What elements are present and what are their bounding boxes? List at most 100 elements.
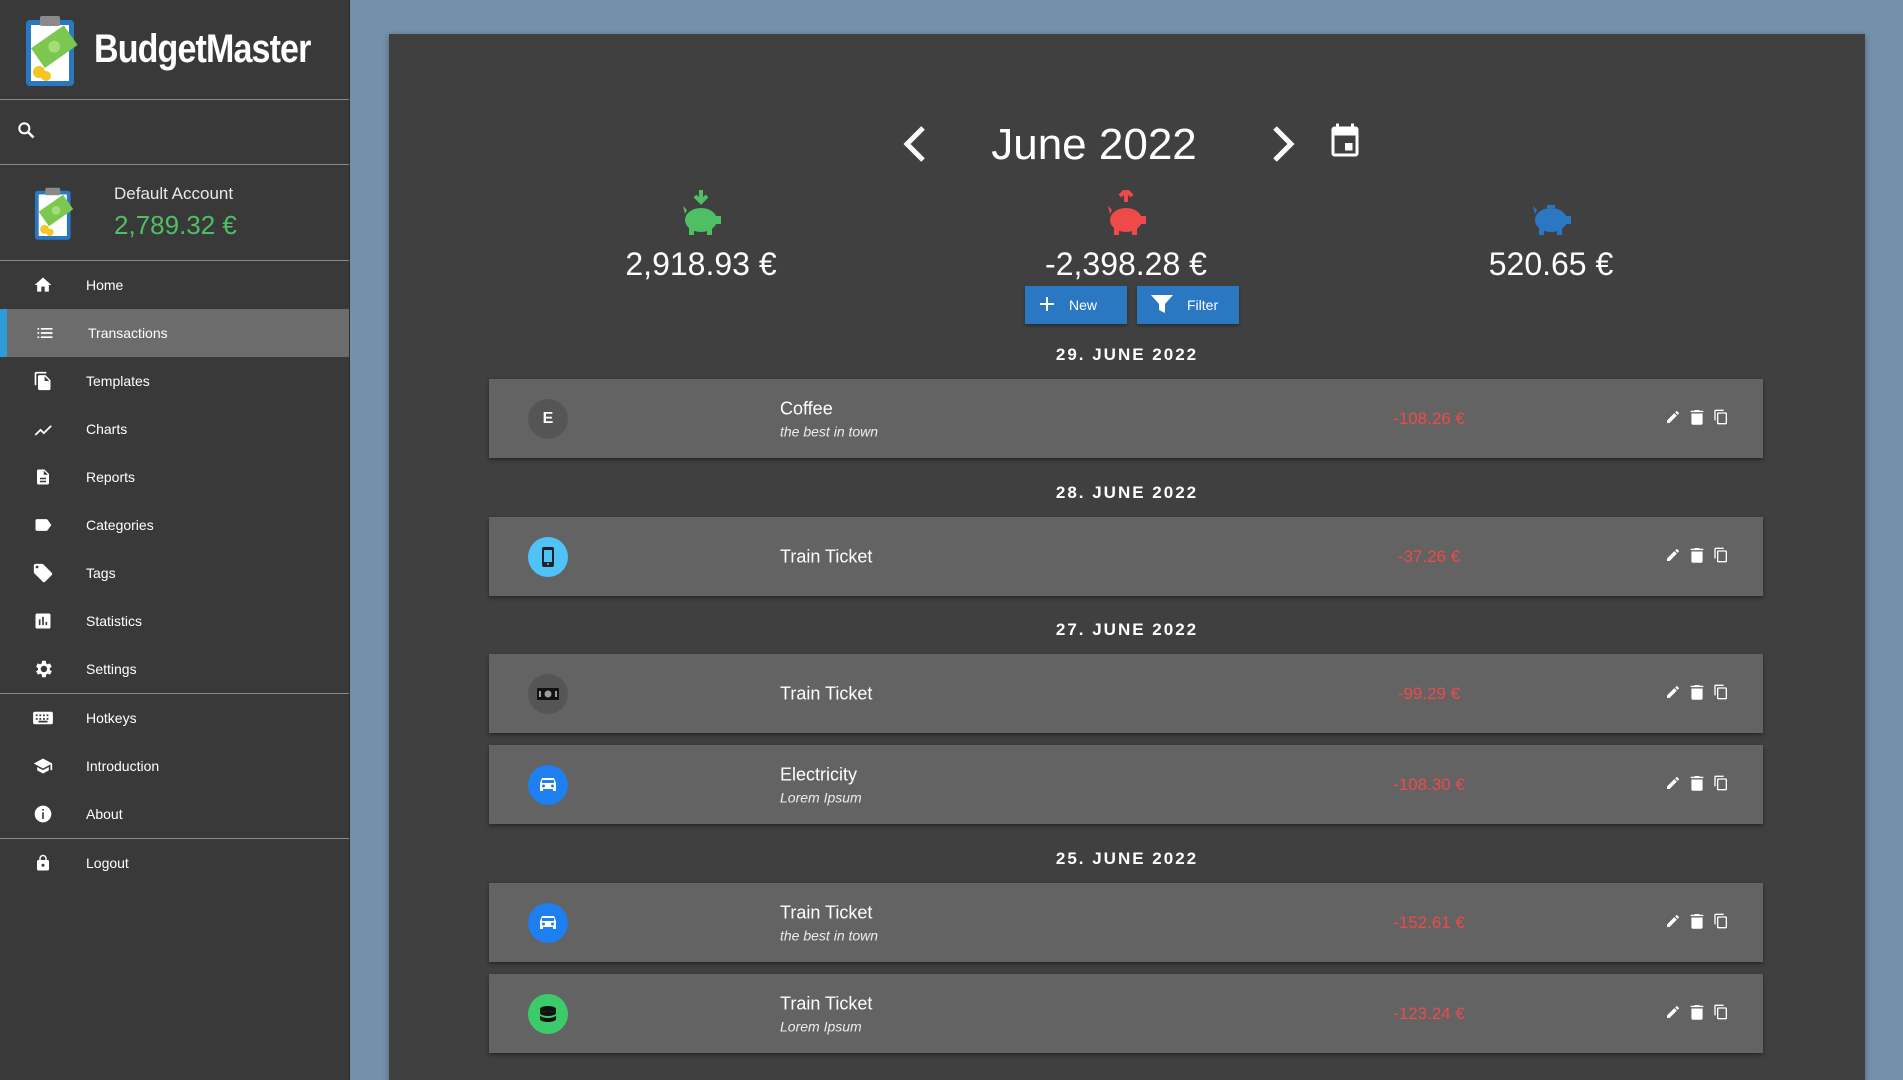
filter-icon — [1151, 294, 1173, 316]
sidebar-item-logout[interactable]: Logout — [0, 839, 349, 887]
chevron-left-icon[interactable] — [901, 124, 929, 168]
transaction-name: Electricity — [780, 764, 858, 784]
sidebar-item-about[interactable]: About — [0, 790, 349, 838]
list-icon — [34, 322, 56, 344]
transaction-amount: -108.30 € — [1393, 774, 1465, 794]
sidebar-item-statistics[interactable]: Statistics — [0, 597, 349, 645]
transaction-name: Train Ticket — [780, 546, 873, 566]
transaction-amount: -152.61 € — [1393, 912, 1465, 932]
copy-icon[interactable] — [1712, 773, 1730, 793]
sidebar-item-categories[interactable]: Categories — [0, 501, 349, 549]
keyboard-icon — [32, 707, 54, 729]
sidebar-search — [0, 100, 349, 165]
month-navigation: June 2022 — [389, 114, 1865, 184]
income-summary: 2,918.93 € — [551, 190, 851, 283]
delete-icon[interactable] — [1688, 1002, 1706, 1022]
filter-button[interactable]: Filter — [1137, 286, 1239, 324]
sidebar-item-label: Hotkeys — [86, 710, 137, 726]
search-icon[interactable] — [16, 120, 36, 144]
car-icon — [528, 765, 568, 805]
home-icon — [32, 274, 54, 296]
date-heading: 29. JUNE 2022 — [1055, 345, 1199, 364]
copy-icon[interactable] — [1712, 407, 1730, 427]
account-selector[interactable]: Default Account 2,789.32 € — [0, 165, 349, 261]
calendar-icon[interactable] — [1327, 120, 1363, 164]
expenses-summary: -2,398.28 € — [976, 187, 1276, 283]
transaction-row[interactable]: Electricity Lorem Ipsum -108.30 € — [489, 745, 1763, 824]
sidebar-item-introduction[interactable]: Introduction — [0, 742, 349, 790]
brand[interactable]: BudgetMaster — [0, 0, 349, 100]
piggy-bank-expense-icon — [976, 187, 1276, 240]
action-buttons: New Filter — [1025, 286, 1239, 324]
gear-icon — [32, 658, 54, 680]
transaction-description: the best in town — [780, 927, 879, 943]
sidebar-item-charts[interactable]: Charts — [0, 405, 349, 453]
copy-icon[interactable] — [1712, 545, 1730, 565]
sidebar-item-label: Reports — [86, 469, 136, 485]
transaction-amount: -108.26 € — [1393, 408, 1465, 428]
sidebar-item-reports[interactable]: Reports — [0, 453, 349, 501]
lock-icon — [32, 852, 54, 874]
money-icon — [528, 674, 568, 714]
category-letter: E — [542, 410, 554, 427]
coins-icon — [528, 994, 568, 1034]
sidebar-item-label: Tags — [86, 565, 116, 581]
budgetmaster-logo-icon — [22, 10, 84, 90]
sidebar-item-home[interactable]: Home — [0, 261, 349, 309]
phone-icon — [528, 537, 568, 577]
copy-icon[interactable] — [1712, 1002, 1730, 1022]
copy-icon[interactable] — [1712, 911, 1730, 931]
transaction-description: Lorem Ipsum — [780, 1018, 862, 1034]
bar-chart-icon — [32, 610, 54, 632]
account-balance: 2,789.32 € — [114, 210, 237, 240]
date-heading: 28. JUNE 2022 — [1055, 483, 1199, 502]
copy-file-icon — [32, 370, 54, 392]
sidebar-item-tags[interactable]: Tags — [0, 549, 349, 597]
sidebar-item-label: About — [86, 806, 123, 822]
delete-icon[interactable] — [1688, 545, 1706, 565]
transaction-row[interactable]: Train Ticket -99.29 € — [489, 654, 1763, 733]
transaction-row[interactable]: E Coffee the best in town -108.26 € — [489, 379, 1763, 458]
edit-icon[interactable] — [1664, 682, 1682, 702]
delete-icon[interactable] — [1688, 911, 1706, 931]
transaction-row[interactable]: Train Ticket the best in town -152.61 € — [489, 883, 1763, 962]
edit-icon[interactable] — [1664, 911, 1682, 931]
sidebar-item-settings[interactable]: Settings — [0, 645, 349, 693]
sidebar-item-templates[interactable]: Templates — [0, 357, 349, 405]
delete-icon[interactable] — [1688, 773, 1706, 793]
filter-button-label: Filter — [1187, 297, 1219, 313]
sidebar-item-label: Transactions — [88, 325, 168, 341]
tag-icon — [32, 562, 54, 584]
edit-icon[interactable] — [1664, 407, 1682, 427]
new-button-label: New — [1069, 297, 1098, 313]
sidebar-item-hotkeys[interactable]: Hotkeys — [0, 694, 349, 742]
sidebar-item-transactions[interactable]: Transactions — [0, 309, 349, 357]
plus-icon — [1039, 296, 1055, 315]
edit-icon[interactable] — [1664, 545, 1682, 565]
edit-icon[interactable] — [1664, 773, 1682, 793]
transaction-amount: -123.24 € — [1393, 1003, 1465, 1023]
transaction-row[interactable]: Train Ticket -37.26 € — [489, 517, 1763, 596]
transaction-description: Lorem Ipsum — [780, 789, 862, 805]
total-value: 520.65 € — [1488, 246, 1614, 282]
sidebar: BudgetMaster Default Account 2,789.32 € … — [0, 0, 350, 1080]
date-heading: 25. JUNE 2022 — [1055, 849, 1199, 868]
chevron-right-icon[interactable] — [1269, 124, 1297, 168]
delete-icon[interactable] — [1688, 682, 1706, 702]
sidebar-item-label: Charts — [86, 421, 128, 437]
info-icon — [32, 803, 54, 825]
delete-icon[interactable] — [1688, 407, 1706, 427]
transaction-description: the best in town — [780, 423, 879, 439]
sidebar-item-label: Settings — [86, 661, 137, 677]
copy-icon[interactable] — [1712, 682, 1730, 702]
label-icon — [32, 514, 54, 536]
search-input[interactable] — [48, 112, 338, 152]
app-name: BudgetMaster — [94, 27, 311, 71]
account-name: Default Account — [114, 184, 234, 203]
edit-icon[interactable] — [1664, 1002, 1682, 1022]
new-transaction-button[interactable]: New — [1025, 286, 1127, 324]
category-letter-e-icon: E — [528, 399, 568, 439]
line-chart-icon — [32, 418, 54, 440]
transaction-row[interactable]: Train Ticket Lorem Ipsum -123.24 € — [489, 974, 1763, 1053]
graduation-cap-icon — [32, 755, 54, 777]
